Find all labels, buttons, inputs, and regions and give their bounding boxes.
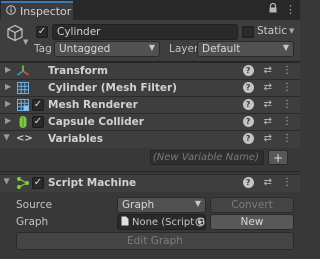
component-title: Script Machine [48, 177, 137, 189]
component-title: Mesh Renderer [48, 99, 138, 111]
gameobject-name-field[interactable]: Cylinder [52, 24, 238, 40]
new-variable-name-input[interactable]: (New Variable Name) [150, 150, 264, 165]
component-controls: ? ⇄ ⋮ [242, 99, 292, 110]
active-checkbox[interactable]: ✓ [36, 26, 48, 38]
object-picker-icon[interactable] [195, 217, 205, 230]
help-icon[interactable]: ? [242, 65, 254, 76]
static-checkbox[interactable] [242, 26, 254, 38]
capsule-icon [16, 115, 30, 129]
help-icon[interactable]: ? [242, 133, 254, 144]
foldout-arrow-icon[interactable]: ▶ [5, 116, 11, 125]
chevron-down-icon: ▼ [194, 199, 201, 208]
help-icon[interactable]: ? [242, 177, 254, 188]
graph-object-field[interactable]: None (Script G [117, 214, 206, 230]
info-icon [6, 5, 16, 18]
script-machine-icon [16, 176, 30, 190]
code-brackets-icon: <> [16, 133, 33, 144]
gameobject-icon-dropdown[interactable]: ▼ [23, 38, 28, 46]
add-variable-button[interactable]: + [268, 150, 288, 165]
layer-value: Default [202, 43, 241, 55]
enabled-checkbox[interactable]: ✓ [32, 177, 44, 189]
tab-controls: ⋮ [269, 2, 296, 16]
component-variables[interactable]: ▶ <> Variables ? ⇄ ⋮ [0, 130, 300, 148]
component-mesh-renderer[interactable]: ▶ ✓ Mesh Renderer ? ⇄ ⋮ [0, 96, 300, 113]
gameobject-cube-icon [6, 24, 24, 45]
component-title: Variables [48, 133, 103, 145]
tab-inspector[interactable]: Inspector [1, 1, 73, 20]
enabled-checkbox[interactable]: ✓ [32, 99, 44, 111]
presets-icon[interactable]: ⇄ [264, 82, 272, 93]
edit-graph-label: Edit Graph [127, 235, 183, 247]
component-capsule-collider[interactable]: ▶ ✓ Capsule Collider ? ⇄ ⋮ [0, 113, 300, 130]
add-variable-label: + [272, 150, 284, 165]
document-icon [121, 216, 129, 229]
chevron-down-icon: ▼ [148, 43, 155, 52]
edit-graph-button[interactable]: Edit Graph [16, 232, 294, 250]
component-controls: ? ⇄ ⋮ [242, 65, 292, 76]
source-dropdown[interactable]: Graph ▼ [117, 197, 206, 213]
kebab-menu-icon[interactable]: ⋮ [282, 133, 292, 144]
component-title: Capsule Collider [48, 116, 144, 128]
help-icon[interactable]: ? [242, 82, 254, 93]
gameobject-name-value: Cylinder [57, 26, 101, 38]
tag-value: Untagged [59, 43, 111, 55]
kebab-menu-icon[interactable]: ⋮ [282, 177, 292, 188]
static-label: Static [257, 25, 288, 37]
divider [0, 171, 300, 172]
component-controls: ? ⇄ ⋮ [242, 133, 292, 144]
component-controls: ? ⇄ ⋮ [242, 82, 292, 93]
new-graph-button[interactable]: New [210, 214, 294, 230]
presets-icon[interactable]: ⇄ [264, 133, 272, 144]
kebab-menu-icon[interactable]: ⋮ [282, 82, 292, 93]
component-controls: ? ⇄ ⋮ [242, 177, 292, 188]
transform-axes-icon [16, 64, 30, 78]
enabled-checkbox[interactable]: ✓ [32, 116, 44, 128]
component-script-machine[interactable]: ▶ ✓ Script Machine ? ⇄ ⋮ [0, 174, 300, 192]
foldout-arrow-icon[interactable]: ▶ [5, 99, 11, 108]
help-icon[interactable]: ? [242, 116, 254, 127]
convert-button[interactable]: Convert [210, 197, 294, 213]
tab-inspector-label: Inspector [20, 5, 72, 18]
help-icon[interactable]: ? [242, 99, 254, 110]
component-controls: ? ⇄ ⋮ [242, 116, 292, 127]
component-title: Transform [48, 65, 108, 77]
convert-label: Convert [231, 199, 273, 211]
mesh-renderer-icon [16, 98, 30, 112]
new-label: New [240, 216, 264, 228]
kebab-menu-icon[interactable]: ⋮ [282, 116, 292, 127]
foldout-arrow-icon[interactable]: ▶ [3, 178, 12, 184]
source-value: Graph [122, 199, 155, 211]
new-variable-placeholder: (New Variable Name) [152, 152, 259, 163]
presets-icon[interactable]: ⇄ [264, 99, 272, 110]
graph-label: Graph [16, 216, 49, 228]
layer-label: Layer [169, 43, 199, 55]
foldout-arrow-icon[interactable]: ▶ [5, 65, 11, 74]
tag-label: Tag [34, 43, 52, 55]
component-mesh-filter[interactable]: ▶ Cylinder (Mesh Filter) ? ⇄ ⋮ [0, 79, 300, 96]
tag-dropdown[interactable]: Untagged ▼ [54, 41, 160, 57]
mesh-grid-icon [16, 81, 30, 95]
foldout-arrow-icon[interactable]: ▶ [3, 134, 12, 140]
static-dropdown-icon[interactable]: ▼ [289, 27, 294, 35]
presets-icon[interactable]: ⇄ [264, 177, 272, 188]
presets-icon[interactable]: ⇄ [264, 65, 272, 76]
foldout-arrow-icon[interactable]: ▶ [5, 82, 11, 91]
chevron-down-icon: ▼ [282, 43, 289, 52]
kebab-menu-icon[interactable]: ⋮ [282, 99, 292, 110]
kebab-menu-icon[interactable]: ⋮ [282, 65, 292, 76]
lock-icon[interactable] [269, 2, 277, 16]
kebab-menu-icon[interactable]: ⋮ [285, 3, 296, 16]
component-transform[interactable]: ▶ Transform ? ⇄ ⋮ [0, 62, 300, 79]
presets-icon[interactable]: ⇄ [264, 116, 272, 127]
source-label: Source [16, 199, 53, 211]
component-title: Cylinder (Mesh Filter) [48, 82, 177, 94]
layer-dropdown[interactable]: Default ▼ [197, 41, 294, 57]
